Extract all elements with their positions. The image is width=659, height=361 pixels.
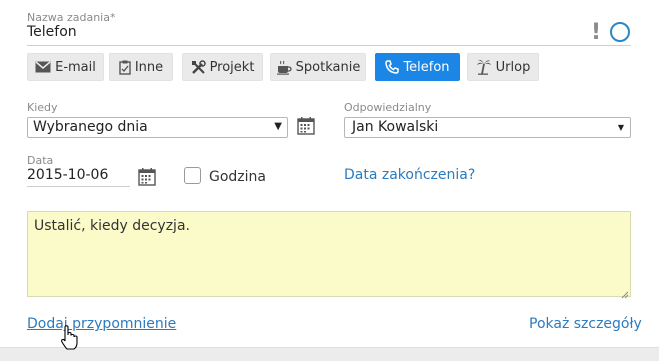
note-text: Ustalić, kiedy decyzja. bbox=[34, 218, 190, 234]
when-select[interactable]: Wybranego dnia ▼ bbox=[27, 117, 288, 138]
end-date-link[interactable]: Data zakończenia? bbox=[344, 167, 475, 183]
phone-icon bbox=[385, 60, 400, 74]
when-label: Kiedy bbox=[27, 101, 58, 114]
type-button-label: Inne bbox=[134, 59, 164, 75]
palm-tree-icon bbox=[476, 59, 492, 75]
bottom-bar bbox=[0, 347, 659, 361]
task-name-value: Telefon bbox=[27, 24, 77, 40]
type-button-meeting[interactable]: Spotkanie bbox=[270, 53, 366, 81]
note-textarea[interactable]: Ustalić, kiedy decyzja. bbox=[27, 211, 631, 299]
type-button-phone[interactable]: Telefon bbox=[375, 53, 460, 81]
add-reminder-link[interactable]: Dodaj przypomnienie bbox=[27, 316, 176, 332]
type-button-vacation[interactable]: Urlop bbox=[467, 53, 539, 81]
type-button-label: E-mail bbox=[55, 59, 96, 75]
type-button-other[interactable]: Inne bbox=[109, 53, 173, 81]
caret-down-icon: ▼ bbox=[274, 121, 282, 132]
type-button-email[interactable]: E-mail bbox=[27, 53, 104, 81]
calendar-icon[interactable] bbox=[296, 116, 316, 136]
coffee-icon bbox=[276, 60, 292, 75]
responsible-select[interactable]: Jan Kowalski ▼ bbox=[344, 117, 631, 138]
type-button-label: Urlop bbox=[495, 59, 531, 75]
date-input[interactable]: 2015-10-06 bbox=[27, 167, 130, 187]
tools-icon bbox=[191, 59, 206, 75]
type-button-project[interactable]: Projekt bbox=[182, 53, 263, 81]
type-button-label: Projekt bbox=[209, 59, 255, 75]
hour-checkbox[interactable] bbox=[184, 167, 201, 184]
calendar-icon[interactable] bbox=[137, 167, 157, 187]
date-label: Data bbox=[27, 154, 54, 167]
type-button-label: Spotkanie bbox=[295, 59, 361, 75]
task-name-input[interactable]: Telefon ! bbox=[27, 22, 631, 46]
exclamation-icon[interactable]: ! bbox=[589, 22, 603, 46]
caret-down-icon: ▼ bbox=[617, 123, 624, 132]
show-details-link[interactable]: Pokaż szczegóły bbox=[529, 316, 642, 332]
responsible-label: Odpowiedzialny bbox=[344, 101, 432, 114]
when-value: Wybranego dnia bbox=[33, 119, 148, 135]
type-button-label: Telefon bbox=[403, 59, 450, 75]
envelope-icon bbox=[35, 61, 51, 73]
hand-cursor-icon bbox=[58, 325, 80, 351]
responsible-value: Jan Kowalski bbox=[352, 119, 439, 135]
hour-label: Godzina bbox=[209, 169, 266, 185]
circle-icon[interactable] bbox=[610, 22, 630, 42]
resize-grip-icon[interactable] bbox=[621, 287, 629, 299]
clipboard-icon bbox=[119, 60, 131, 75]
